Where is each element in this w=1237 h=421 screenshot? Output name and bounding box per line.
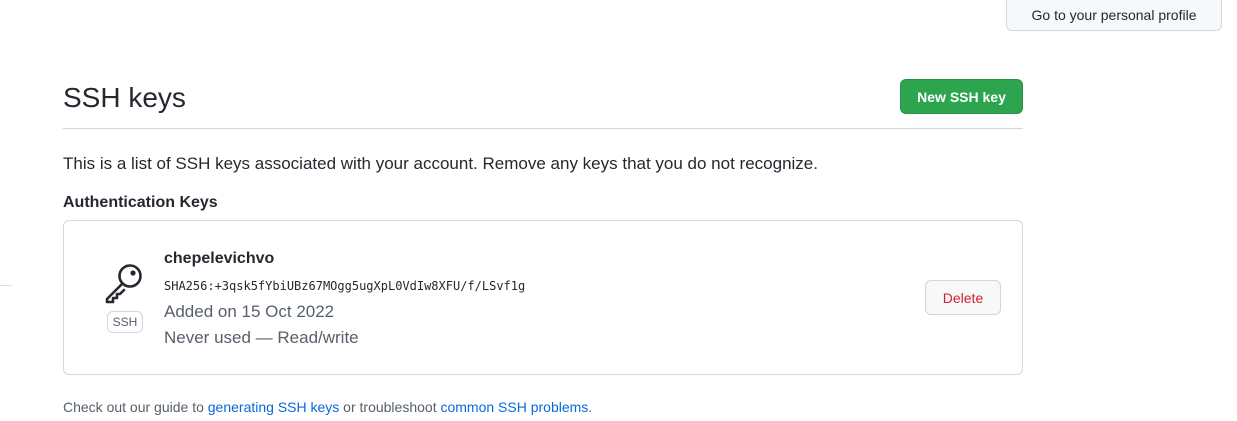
title-divider xyxy=(63,128,1023,129)
footer-help-text: Check out our guide to generating SSH ke… xyxy=(63,397,592,417)
edge-divider xyxy=(0,285,12,286)
key-fingerprint: SHA256:+3qsk5fYbiUBz67MOgg5ugXpL0VdIw8XF… xyxy=(164,279,526,293)
ssh-type-label: SSH xyxy=(106,311,144,333)
new-ssh-key-button[interactable]: New SSH key xyxy=(900,79,1023,114)
page-title: SSH keys xyxy=(63,82,186,113)
key-usage-status: Never used — Read/write xyxy=(164,328,359,347)
footer-suffix: . xyxy=(588,399,593,415)
key-added-date: Added on 15 Oct 2022 xyxy=(164,302,335,321)
delete-key-button[interactable]: Delete xyxy=(925,280,1001,315)
common-ssh-problems-link[interactable]: common SSH problems xyxy=(440,399,588,415)
key-title: chepelevichvo xyxy=(164,250,275,267)
footer-middle: or troubleshoot xyxy=(339,399,441,415)
generating-ssh-keys-link[interactable]: generating SSH keys xyxy=(208,399,340,415)
ssh-key-list-item: SSH chepelevichvo SHA256:+3qsk5fYbiUBz67… xyxy=(63,220,1023,375)
personal-profile-button[interactable]: Go to your personal profile xyxy=(1006,0,1222,31)
key-icon-group: SSH xyxy=(102,261,148,333)
authentication-keys-heading: Authentication Keys xyxy=(63,194,218,211)
key-icon xyxy=(105,264,142,304)
intro-text: This is a list of SSH keys associated wi… xyxy=(63,154,818,173)
footer-prefix: Check out our guide to xyxy=(63,399,208,415)
